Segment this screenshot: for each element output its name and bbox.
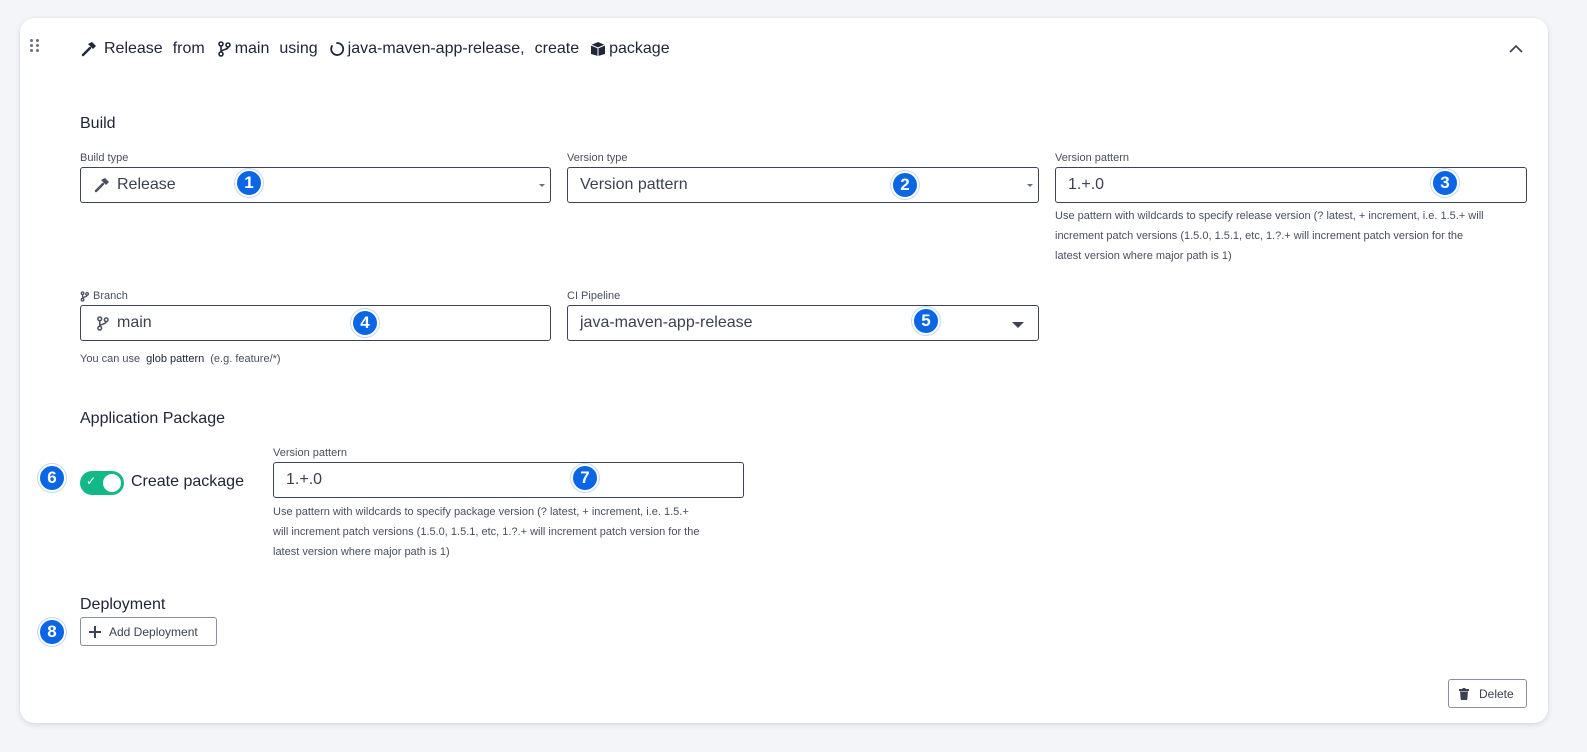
hammer-icon (80, 40, 98, 58)
plus-icon (89, 625, 101, 638)
callout-badge-5: 5 (912, 307, 940, 335)
git-branch-icon (93, 314, 111, 332)
branch-label: Branch (80, 290, 128, 302)
drag-handle-icon[interactable] (30, 39, 40, 53)
version-pattern-value: 1.+.0 (1068, 176, 1105, 193)
release-step-card: Release from main using java-maven-app-r… (20, 18, 1548, 723)
version-pattern-label: Version pattern (1055, 152, 1129, 164)
dropdown-caret-icon (1027, 184, 1033, 187)
version-type-value: Version pattern (580, 176, 688, 193)
version-type-select[interactable]: Version pattern (567, 167, 1039, 203)
step-summary: Release from main using java-maven-app-r… (80, 38, 680, 60)
build-type-label: Build type (80, 152, 129, 164)
callout-badge-3: 3 (1431, 169, 1459, 197)
ci-pipeline-select[interactable]: java-maven-app-release (567, 305, 1039, 341)
deployment-section-title: Deployment (80, 596, 166, 613)
delete-label: Delete (1479, 686, 1514, 701)
summary-pipeline: java-maven-app-release, (347, 40, 525, 57)
pipeline-circle-icon (328, 40, 346, 58)
callout-badge-2: 2 (891, 171, 919, 199)
summary-from: from (172, 40, 205, 57)
summary-build-type: Release (104, 40, 163, 57)
branch-value: main (117, 314, 152, 331)
dropdown-caret-icon (539, 184, 545, 187)
callout-badge-6: 6 (38, 464, 66, 492)
package-section-title: Application Package (80, 410, 225, 427)
package-version-pattern-label: Version pattern (273, 447, 347, 459)
trash-icon (1459, 687, 1469, 700)
check-icon: ✓ (86, 474, 97, 488)
build-section-title: Build (80, 115, 116, 132)
add-deployment-button[interactable]: Add Deployment (80, 617, 217, 646)
package-version-pattern-value: 1.+.0 (286, 471, 323, 488)
box-icon (589, 40, 607, 58)
ci-pipeline-label: CI Pipeline (567, 290, 621, 302)
build-type-value: Release (117, 176, 176, 193)
glob-pattern-link[interactable]: glob pattern (146, 353, 204, 365)
summary-branch: main (234, 40, 270, 57)
hammer-icon (93, 176, 111, 194)
delete-button[interactable]: Delete (1448, 679, 1527, 708)
git-branch-icon (215, 40, 233, 58)
create-package-label: Create package (131, 473, 244, 490)
callout-badge-4: 4 (351, 309, 379, 337)
summary-using: using (279, 40, 318, 57)
callout-badge-7: 7 (571, 464, 599, 492)
callout-badge-8: 8 (38, 618, 66, 646)
branch-input[interactable]: main (80, 305, 551, 341)
summary-package: package (609, 40, 670, 57)
dropdown-caret-icon (1012, 322, 1024, 328)
branch-help: You can use glob pattern (e.g. feature/*) (80, 353, 281, 365)
package-version-pattern-help: Use pattern with wildcards to specify pa… (273, 506, 700, 558)
version-type-label: Version type (567, 152, 628, 164)
toggle-knob (103, 474, 121, 492)
build-type-select[interactable]: Release (80, 167, 551, 203)
version-pattern-help: Use pattern with wildcards to specify re… (1055, 210, 1484, 262)
create-package-toggle[interactable]: ✓ (80, 471, 124, 495)
package-version-pattern-input[interactable]: 1.+.0 (273, 462, 744, 498)
ci-pipeline-value: java-maven-app-release (580, 314, 753, 331)
callout-badge-1: 1 (235, 169, 263, 197)
summary-create: create (534, 40, 580, 57)
git-branch-icon (80, 290, 89, 302)
chevron-up-icon[interactable] (1506, 38, 1526, 58)
add-deployment-label: Add Deployment (109, 624, 198, 639)
